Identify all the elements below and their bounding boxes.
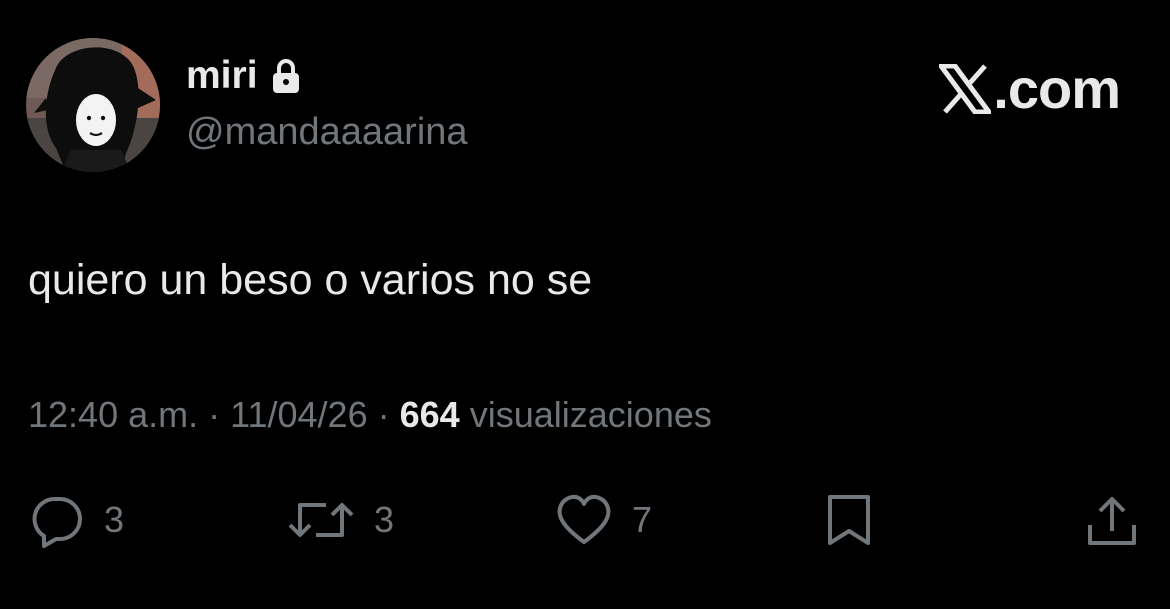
display-name-text[interactable]: miri (186, 54, 258, 98)
x-logo-icon (936, 63, 995, 115)
brand-watermark: .com (936, 57, 1121, 120)
avatar[interactable] (26, 38, 160, 172)
reply-icon (28, 491, 86, 549)
heart-icon (554, 492, 614, 548)
action-bar: 3 3 7 (0, 480, 1170, 560)
like-count: 7 (632, 499, 653, 540)
author-handle[interactable]: @mandaaaarina (186, 110, 468, 154)
bookmark-icon (824, 491, 874, 549)
views-label: visualizaciones (469, 394, 712, 435)
avatar-image (26, 38, 160, 172)
meta-separator: · (377, 394, 390, 435)
reply-button[interactable]: 3 (28, 480, 124, 560)
reply-count: 3 (104, 499, 125, 540)
like-button[interactable]: 7 (554, 480, 652, 560)
lock-icon (270, 57, 302, 95)
brand-text: .com (993, 57, 1121, 120)
tweet-time[interactable]: 12:40 a.m. (28, 394, 198, 435)
bookmark-button[interactable] (824, 480, 874, 560)
tweet-date[interactable]: 11/04/26 (230, 394, 367, 435)
meta-separator: · (208, 394, 221, 435)
tweet-text: quiero un beso o varios no se (28, 256, 593, 304)
retweet-count: 3 (374, 499, 395, 540)
tweet-meta: 12:40 a.m. · 11/04/26 · 664 visualizacio… (28, 392, 712, 438)
retweet-icon (286, 491, 356, 549)
display-name[interactable]: miri (186, 54, 302, 98)
share-icon (1084, 491, 1140, 549)
share-button[interactable] (1084, 480, 1140, 560)
retweet-button[interactable]: 3 (286, 480, 394, 560)
views-count[interactable]: 664 (400, 394, 460, 435)
